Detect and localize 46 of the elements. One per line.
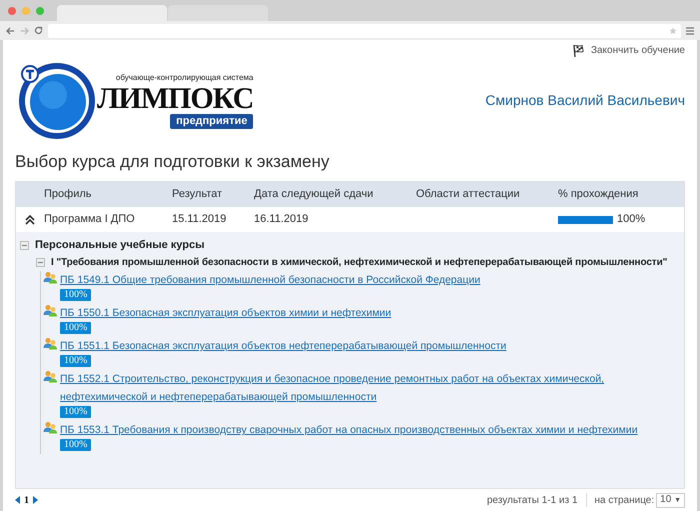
logo-tagline: обучающе-контролирующая система	[116, 72, 254, 84]
users-icon	[43, 337, 58, 350]
progress-badge: 100%	[60, 322, 92, 334]
column-header: Результат	[172, 187, 224, 202]
user-name: Смирнов Василий Васильевич	[485, 91, 685, 110]
previous-page-icon[interactable]	[15, 496, 20, 504]
close-window-icon[interactable]	[8, 6, 16, 14]
users-icon	[43, 370, 58, 384]
reload-icon[interactable]	[34, 26, 43, 35]
star-icon[interactable]	[669, 26, 677, 34]
users-icon	[43, 304, 58, 318]
finish-training-link[interactable]: Закончить обучение	[590, 43, 685, 58]
collapse-icon[interactable]	[36, 258, 45, 268]
progress-badge: 100%	[60, 289, 92, 302]
course-link[interactable]: ПБ 1553.1 Требования к производству сварочных работ на опасных производственных объектах химии и нефтехимии	[60, 421, 638, 440]
page-number[interactable]: 1	[24, 492, 29, 508]
column-header: % прохождения	[558, 187, 640, 202]
tree-label: Персональные учебные курсы	[35, 238, 204, 253]
table-cell-text: 16.11.2019	[254, 212, 310, 228]
per-page-label: на странице:	[594, 494, 654, 508]
course-link[interactable]: ПБ 1551.1 Безопасная эксплуатация объектов нефтеперерабатывающей промышленности	[60, 337, 506, 356]
back-icon[interactable]	[6, 26, 15, 34]
tree-group-label: I "Требования промышленной безопасности в химической, нефтехимической и нефтеперерабатывающей промышленности"	[51, 256, 668, 270]
table-cell-text: 15.11.2019	[172, 212, 228, 228]
progress-badge: 100%	[60, 439, 92, 452]
collapse-icon[interactable]	[20, 240, 29, 250]
menu-icon[interactable]	[686, 26, 694, 34]
page-title: Выбор курса для подготовки к экзамену	[15, 151, 330, 174]
forward-icon[interactable]	[20, 26, 29, 34]
course-link[interactable]: ПБ 1550.1 Безопасная эксплуатация объектов химии и нефтехимии	[60, 304, 392, 322]
column-header: Профиль	[44, 187, 92, 202]
logo-name: ЛИМПОКС	[97, 84, 254, 114]
collapse-chevron-icon[interactable]	[25, 214, 35, 225]
users-icon	[43, 421, 58, 434]
progress-badge: 100%	[60, 355, 92, 368]
progress-percent: 100%	[617, 212, 646, 228]
table-cell-text: Программа I ДПО	[44, 212, 136, 228]
next-page-icon[interactable]	[33, 496, 38, 504]
progress-badge: 100%	[60, 406, 92, 418]
users-icon	[43, 271, 58, 284]
logo-badge: предприятие	[170, 114, 254, 130]
course-link[interactable]: ПБ 1549.1 Общие требования промышленной безопасности в Российской Федерации	[60, 271, 480, 290]
results-count: результаты 1-1 из 1	[486, 494, 578, 508]
course-link[interactable]: ПБ 1552.1 Строительство, реконструкция и безопасное проведение ремонтных работ на объектах химической, нефтехимической и нефтеперерабатывающей промышленности	[60, 370, 660, 406]
column-header: Области аттестации	[416, 187, 521, 202]
column-header: Дата следующей сдачи	[254, 187, 374, 202]
